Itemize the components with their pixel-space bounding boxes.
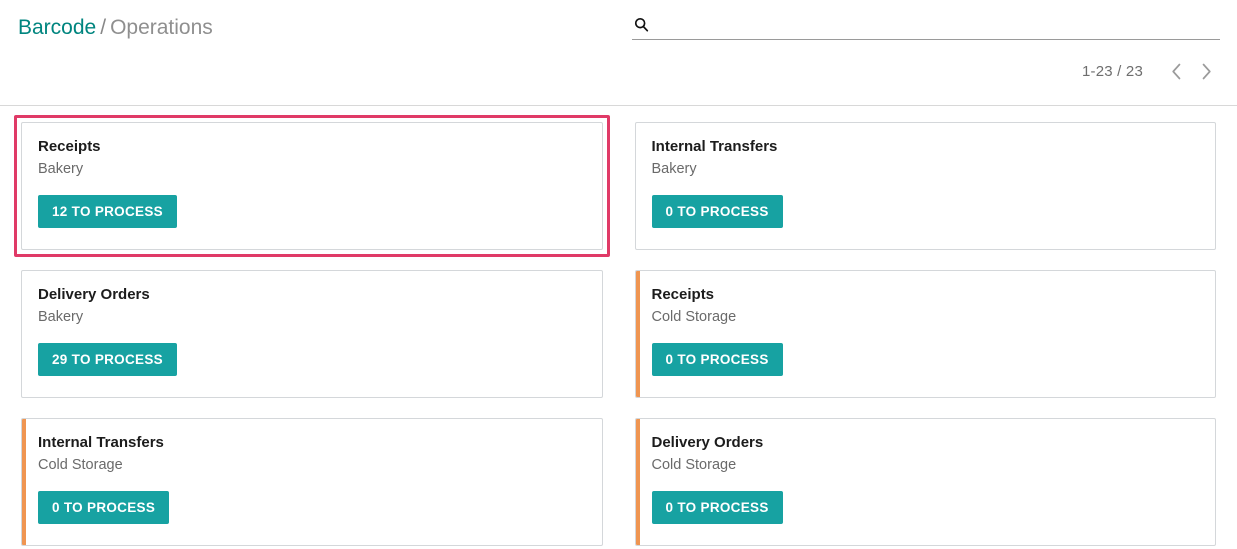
- kanban-card-subtitle: Cold Storage: [38, 457, 123, 473]
- breadcrumb: Barcode / Operations: [18, 14, 213, 42]
- kanban-card-highlight-wrapper: Receipts Bakery 12 TO PROCESS: [14, 115, 610, 257]
- search-input[interactable]: [650, 10, 1220, 37]
- search-icon: [632, 16, 650, 34]
- kanban-card-title: Delivery Orders: [651, 434, 764, 451]
- kanban-row: Delivery Orders Bakery 29 TO PROCESS Receip…: [14, 263, 1223, 405]
- kanban-card-subtitle: Bakery: [38, 161, 84, 177]
- breadcrumb-separator: /: [100, 16, 107, 39]
- kanban-card-subtitle: Cold Storage: [651, 457, 737, 473]
- kanban-card-subtitle: Cold Storage: [651, 309, 737, 325]
- breadcrumb-item-barcode[interactable]: Barcode: [18, 16, 96, 39]
- kanban-card-subtitle: Bakery: [651, 161, 697, 177]
- breadcrumb-item-operations: Operations: [110, 16, 213, 39]
- control-panel: Barcode / Operations 1-23 / 23: [0, 0, 1237, 106]
- kanban-card-wrapper: Internal Transfers Bakery 0 TO PROCESS: [628, 115, 1224, 257]
- pager-range: 1-23 / 23: [1081, 62, 1143, 80]
- kanban-card-wrapper: Receipts Cold Storage 0 TO PROCESS: [628, 263, 1224, 405]
- kanban-card[interactable]: Delivery Orders Bakery 29 TO PROCESS: [21, 270, 603, 398]
- to-process-button[interactable]: 29 TO PROCESS: [38, 343, 177, 376]
- to-process-button[interactable]: 0 TO PROCESS: [38, 491, 170, 524]
- kanban-card[interactable]: Receipts Bakery 12 TO PROCESS: [21, 122, 603, 250]
- to-process-button[interactable]: 0 TO PROCESS: [651, 195, 783, 228]
- kanban-card-wrapper: Internal Transfers Cold Storage 0 TO PROCE…: [14, 411, 610, 549]
- kanban-card-wrapper: Delivery Orders Bakery 29 TO PROCESS: [14, 263, 610, 405]
- kanban-card-title: Receipts: [651, 286, 715, 303]
- kanban-card-title: Internal Transfers: [651, 138, 778, 155]
- to-process-button[interactable]: 12 TO PROCESS: [38, 195, 177, 228]
- kanban-card[interactable]: Receipts Cold Storage 0 TO PROCESS: [634, 270, 1216, 398]
- kanban-card-title: Receipts: [38, 138, 101, 155]
- kanban-card-wrapper: Delivery Orders Cold Storage 0 TO PROCESS: [628, 411, 1224, 549]
- kanban-card-subtitle: Bakery: [38, 309, 84, 325]
- kanban-card[interactable]: Internal Transfers Cold Storage 0 TO PROCE…: [21, 418, 603, 546]
- to-process-button[interactable]: 0 TO PROCESS: [651, 343, 783, 376]
- kanban-row: Internal Transfers Cold Storage 0 TO PROCE…: [14, 411, 1223, 549]
- to-process-button[interactable]: 0 TO PROCESS: [651, 491, 783, 524]
- kanban-row: Receipts Bakery 12 TO PROCESS Internal Tran…: [14, 115, 1223, 257]
- kanban-view: Receipts Bakery 12 TO PROCESS Internal Tran…: [0, 107, 1237, 549]
- kanban-card-title: Internal Transfers: [38, 434, 164, 451]
- pager-previous-button[interactable]: [1161, 58, 1191, 84]
- kanban-card-title: Delivery Orders: [38, 286, 150, 303]
- search-view[interactable]: [632, 8, 1220, 40]
- kanban-card[interactable]: Delivery Orders Cold Storage 0 TO PROCESS: [634, 418, 1216, 546]
- pager: 1-23 / 23: [1082, 58, 1221, 84]
- pager-next-button[interactable]: [1191, 58, 1221, 84]
- kanban-card[interactable]: Internal Transfers Bakery 0 TO PROCESS: [634, 122, 1216, 250]
